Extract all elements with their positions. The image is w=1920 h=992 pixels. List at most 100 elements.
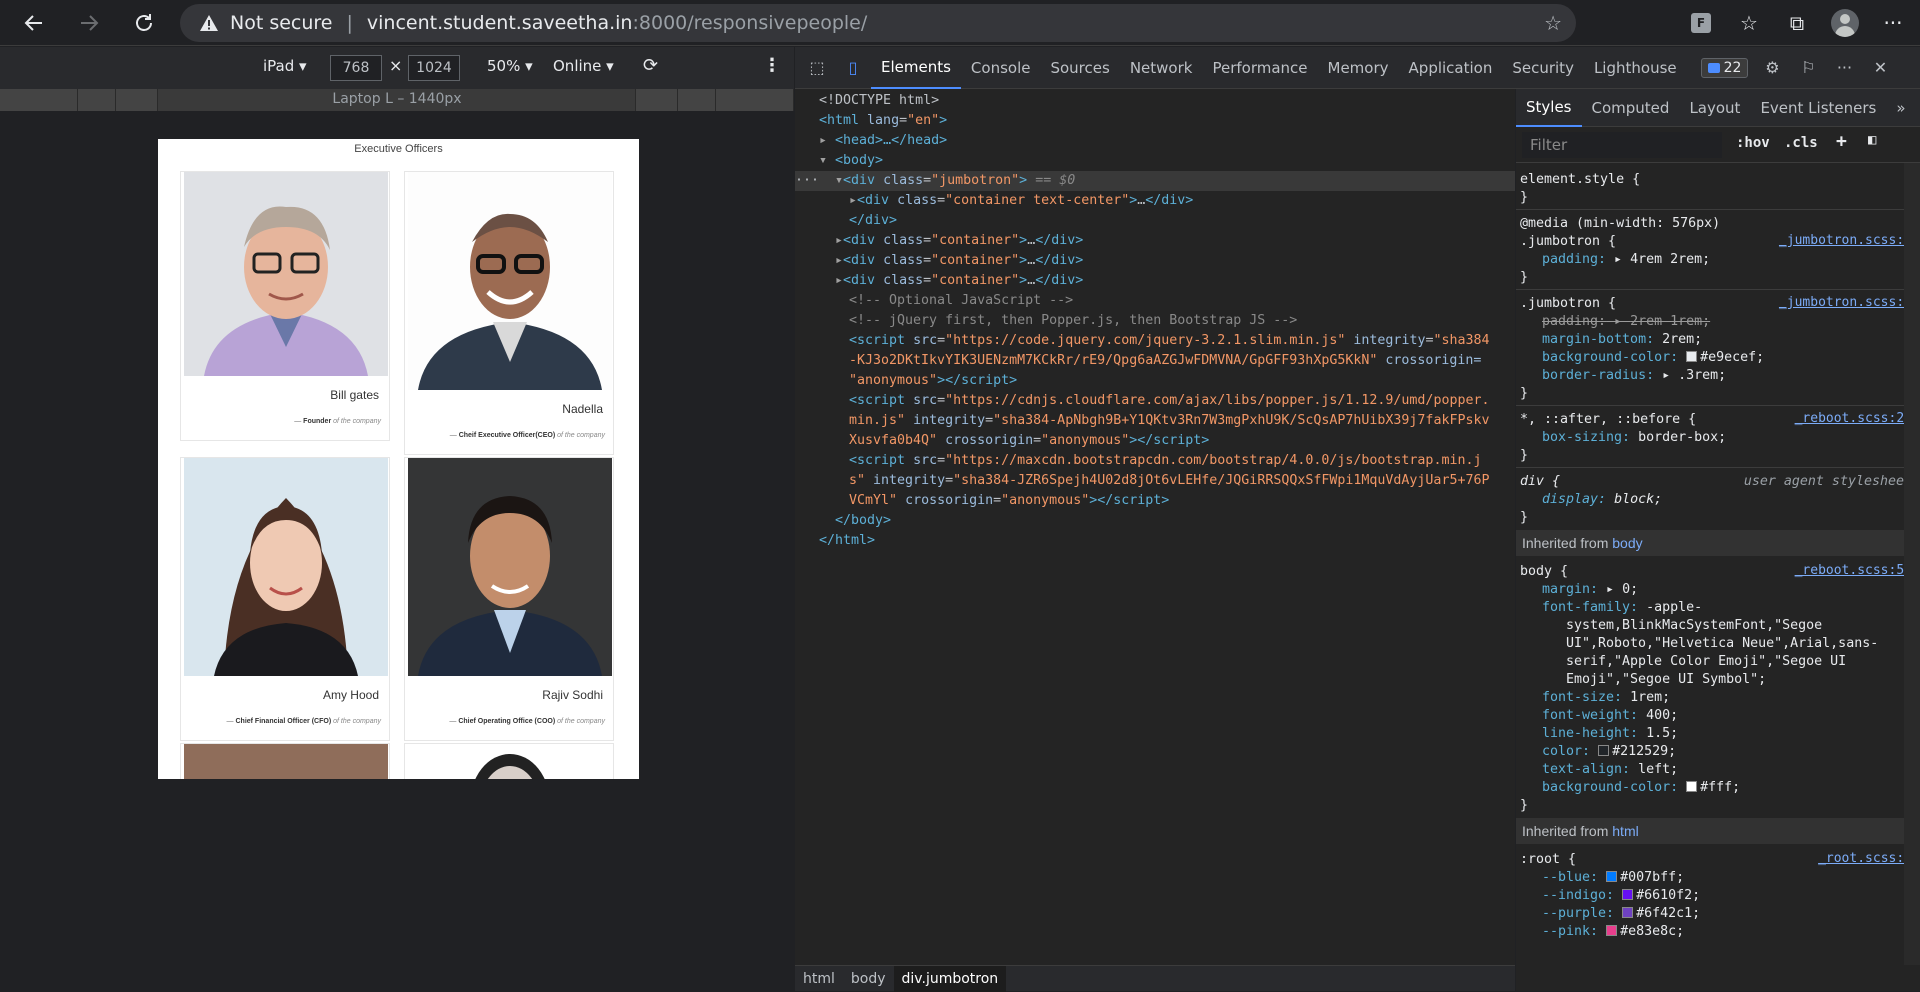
close-icon[interactable]: ✕ <box>1862 50 1898 86</box>
tab-computed[interactable]: Computed <box>1582 89 1680 127</box>
tab-event-listeners[interactable]: Event Listeners <box>1750 89 1886 127</box>
source-link[interactable]: _jumbotron.scss:2 <box>1779 295 1912 310</box>
body-link[interactable]: body <box>1612 535 1642 551</box>
body-rule-selector[interactable]: body { <box>1520 563 1568 581</box>
profile-button[interactable] <box>1828 6 1862 40</box>
tab-network[interactable]: Network <box>1120 47 1203 89</box>
css-declaration[interactable]: --pink: #e83e8c; <box>1542 923 1684 941</box>
dom-head[interactable]: ▸ <head>…</head> <box>819 131 947 151</box>
gear-icon[interactable]: ⚙ <box>1754 50 1790 86</box>
css-declaration[interactable]: margin: ▸ 0; <box>1542 581 1638 599</box>
dom-script-jquery[interactable]: <script src="https://code.jquery.com/jqu… <box>849 331 1490 351</box>
device-select[interactable]: iPad ▾ <box>263 57 307 75</box>
breadcrumb-html[interactable]: html <box>795 966 843 992</box>
tab-layout[interactable]: Layout <box>1679 89 1750 127</box>
universal-rule-selector[interactable]: *, ::after, ::before { <box>1520 411 1696 429</box>
new-rule-icon[interactable]: + <box>1836 131 1847 152</box>
tab-console[interactable]: Console <box>961 47 1041 89</box>
dom-script-popper[interactable]: <script src="https://cdnjs.cloudflare.co… <box>849 391 1489 411</box>
dom-comment[interactable]: <!-- jQuery first, then Popper.js, then … <box>849 311 1297 331</box>
reload-button[interactable] <box>124 3 164 43</box>
css-declaration[interactable]: display: block; <box>1542 491 1662 509</box>
dom-jumbotron[interactable]: ▾<div class="jumbotron"> == $0 <box>835 171 1075 191</box>
css-declaration[interactable]: border-radius: ▸ .3rem; <box>1542 367 1726 385</box>
breadcrumb-div-jumbotron[interactable]: div.jumbotron <box>893 965 1007 992</box>
back-button[interactable] <box>14 3 54 43</box>
device-toolbar-toggle-icon[interactable]: ▯ <box>835 50 871 86</box>
collections-icon[interactable]: ⧉ <box>1780 6 1814 40</box>
jumbotron-rule-selector[interactable]: .jumbotron { <box>1520 233 1616 251</box>
dom-container[interactable]: ▸<div class="container">…</div> <box>835 271 1083 291</box>
media-query-bar[interactable]: Laptop L – 1440px <box>0 89 794 111</box>
extension-button[interactable]: F <box>1684 6 1718 40</box>
dom-container[interactable]: ▸<div class="container">…</div> <box>835 251 1083 271</box>
css-declaration[interactable]: color: #212529; <box>1542 743 1676 761</box>
tab-styles[interactable]: Styles <box>1516 89 1582 127</box>
more-tabs-icon[interactable]: » <box>1886 89 1915 127</box>
css-declaration[interactable]: --blue: #007bff; <box>1542 869 1684 887</box>
tab-elements[interactable]: Elements <box>871 47 961 89</box>
dom-body-open[interactable]: ▾ <body> <box>819 151 883 171</box>
cls-button[interactable]: .cls <box>1784 135 1818 151</box>
source-link[interactable]: _root.scss:4 <box>1818 851 1912 866</box>
css-declaration-overridden[interactable]: padding: ▸ 2rem 1rem; <box>1542 313 1710 331</box>
css-declaration[interactable]: --purple: #6f42c1; <box>1542 905 1700 923</box>
css-declaration[interactable]: font-weight: 400; <box>1542 707 1678 725</box>
dom-script-jquery-end[interactable]: "anonymous"></script> <box>849 371 1017 391</box>
device-more-icon[interactable]: ⋮ <box>763 55 781 76</box>
dom-script-jquery-cont[interactable]: -KJ3o2DKtIkvYIK3UENzmM7KCkRr/rE9/Qpg6aAZ… <box>849 351 1481 371</box>
toggle-sidebar-icon[interactable]: ◧ <box>1868 132 1876 148</box>
tab-performance[interactable]: Performance <box>1202 47 1317 89</box>
dom-script-bootstrap-cont[interactable]: s" integrity="sha384-JZR6Spejh4U02d8jOt6… <box>849 471 1489 491</box>
jumbotron-rule-selector[interactable]: .jumbotron { <box>1520 295 1616 313</box>
source-link[interactable]: _reboot.scss:24 <box>1795 411 1912 426</box>
tab-security[interactable]: Security <box>1502 47 1584 89</box>
color-swatch[interactable] <box>1686 351 1698 362</box>
css-declaration[interactable]: box-sizing: border-box; <box>1542 429 1726 447</box>
color-swatch[interactable] <box>1598 745 1610 756</box>
css-declaration[interactable]: padding: ▸ 4rem 2rem; <box>1542 251 1710 269</box>
color-swatch[interactable] <box>1622 907 1634 918</box>
tab-application[interactable]: Application <box>1399 47 1503 89</box>
tab-sources[interactable]: Sources <box>1040 47 1119 89</box>
width-input[interactable]: 768 <box>330 55 382 81</box>
dom-script-bootstrap-end[interactable]: VCmYl" crossorigin="anonymous"></script> <box>849 491 1169 511</box>
inspect-element-icon[interactable]: ⬚ <box>799 50 835 86</box>
feedback-icon[interactable]: ⚐ <box>1790 50 1826 86</box>
css-declaration[interactable]: --indigo: #6610f2; <box>1542 887 1700 905</box>
forward-button[interactable] <box>69 3 109 43</box>
settings-more-icon[interactable]: ··· <box>1876 6 1910 40</box>
css-declaration[interactable]: font-size: 1rem; <box>1542 689 1670 707</box>
color-swatch[interactable] <box>1622 889 1634 900</box>
dom-script-popper-cont[interactable]: min.js" integrity="sha384-ApNbgh9B+Y1QKt… <box>849 411 1489 431</box>
favorite-add-icon[interactable]: ☆ <box>1544 11 1562 35</box>
css-declaration[interactable]: margin-bottom: 2rem; <box>1542 331 1702 349</box>
html-link[interactable]: html <box>1612 823 1638 839</box>
security-label[interactable]: Not secure <box>230 12 333 34</box>
color-swatch[interactable] <box>1606 925 1618 936</box>
dom-body-close[interactable]: </body> <box>835 511 891 531</box>
element-style-rule[interactable]: element.style { <box>1520 171 1640 189</box>
css-declaration[interactable]: line-height: 1.5; <box>1542 725 1678 743</box>
breadcrumb-body[interactable]: body <box>843 966 894 992</box>
dom-container-text-center[interactable]: ▸<div class="container text-center">…</d… <box>849 191 1193 211</box>
dom-script-bootstrap[interactable]: <script src="https://maxcdn.bootstrapcdn… <box>849 451 1481 471</box>
styles-scrollbar[interactable] <box>1904 163 1920 965</box>
css-declaration[interactable]: text-align: left; <box>1542 761 1678 779</box>
color-swatch[interactable] <box>1606 871 1618 882</box>
dom-doctype[interactable]: <!DOCTYPE html> <box>819 91 939 111</box>
dom-html-close[interactable]: </html> <box>819 531 875 551</box>
styles-filter-input[interactable]: Filter <box>1522 132 1722 158</box>
throttle-select[interactable]: Online ▾ <box>553 57 614 75</box>
zoom-select[interactable]: 50% ▾ <box>487 57 533 75</box>
rotate-icon[interactable]: ⟳ <box>643 55 658 76</box>
source-link[interactable]: _jumbotron.scss:8 <box>1779 233 1912 248</box>
css-declaration[interactable]: background-color: #fff; <box>1542 779 1740 797</box>
css-declaration[interactable]: font-family: -apple- <box>1542 599 1702 617</box>
source-link[interactable]: _reboot.scss:58 <box>1795 563 1912 578</box>
tab-lighthouse[interactable]: Lighthouse <box>1584 47 1687 89</box>
dom-container[interactable]: ▸<div class="container">…</div> <box>835 231 1083 251</box>
height-input[interactable]: 1024 <box>408 55 460 81</box>
css-declaration[interactable]: background-color: #e9ecef; <box>1542 349 1764 367</box>
hov-button[interactable]: :hov <box>1736 135 1770 151</box>
